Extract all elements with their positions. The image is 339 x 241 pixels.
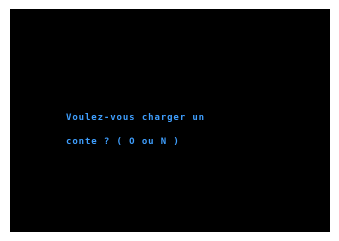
game-screen[interactable]: Voulez-vous charger un conte ? ( O ou N … xyxy=(10,9,330,232)
page: Voulez-vous charger un conte ? ( O ou N … xyxy=(0,0,339,241)
prompt-line-1: Voulez-vous charger un xyxy=(66,113,206,123)
prompt-line-2: conte ? ( O ou N ) xyxy=(66,137,180,147)
load-tale-prompt: Voulez-vous charger un conte ? ( O ou N … xyxy=(66,98,205,162)
